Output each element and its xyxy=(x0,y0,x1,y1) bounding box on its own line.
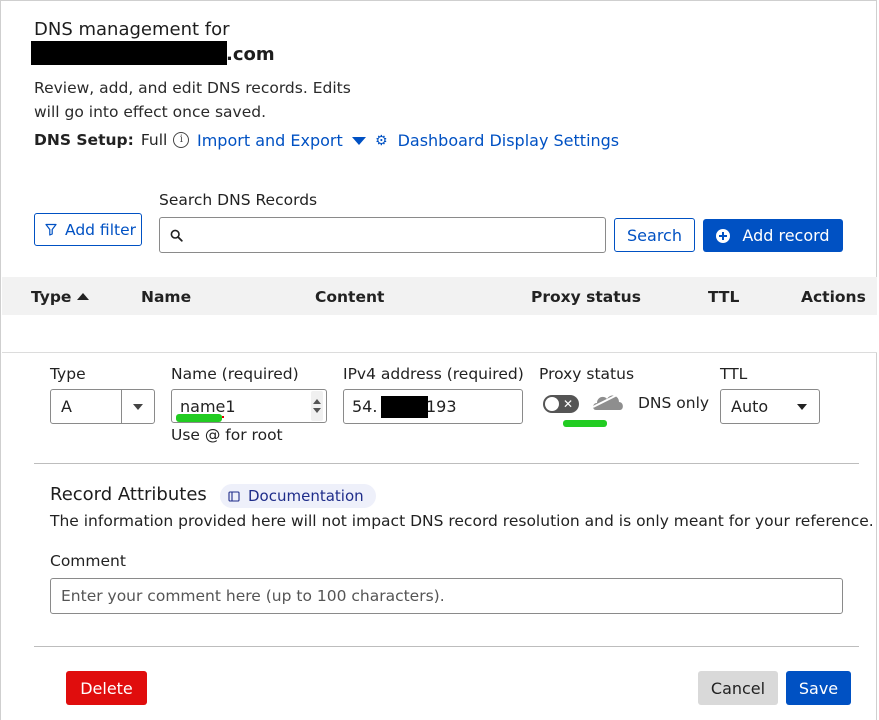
search-button[interactable]: Search xyxy=(614,218,695,252)
records-table-header: Type Name Content Proxy status TTL Actio… xyxy=(2,277,877,315)
page-description: Review, add, and edit DNS records. Edits… xyxy=(34,79,351,121)
column-ttl[interactable]: TTL xyxy=(708,288,739,306)
filter-icon xyxy=(45,223,57,236)
annotation-highlight xyxy=(563,420,607,427)
section-divider xyxy=(34,646,859,647)
import-export-dropdown[interactable]: Import and Export xyxy=(197,131,366,150)
ttl-label: TTL xyxy=(720,365,748,383)
dns-setup: DNS Setup: Full i xyxy=(34,131,190,149)
page-title: DNS management for xyxy=(34,19,230,40)
ipv4-field[interactable]: 54. 193 xyxy=(343,389,523,424)
save-button[interactable]: Save xyxy=(786,671,851,705)
documentation-link[interactable]: Documentation xyxy=(220,484,376,508)
column-type[interactable]: Type xyxy=(31,288,90,306)
column-name[interactable]: Name xyxy=(141,288,191,306)
proxy-status-label: Proxy status xyxy=(539,365,635,383)
delete-button[interactable]: Delete xyxy=(66,671,147,705)
info-icon[interactable]: i xyxy=(173,132,190,148)
annotation-highlight xyxy=(176,414,222,422)
column-type-label: Type xyxy=(31,288,72,306)
table-row xyxy=(2,315,877,353)
toggle-knob xyxy=(545,397,559,411)
add-filter-label: Add filter xyxy=(65,220,136,239)
frame-border-left xyxy=(0,0,1,720)
name-label: Name (required) xyxy=(171,365,299,383)
domain-suffix: .com xyxy=(226,44,275,65)
name-value: name1 xyxy=(172,397,311,418)
dns-setup-value: Full xyxy=(140,131,168,149)
ttl-select[interactable]: Auto xyxy=(720,389,820,424)
comment-label: Comment xyxy=(50,552,126,570)
column-actions: Actions xyxy=(801,288,866,306)
search-label: Search DNS Records xyxy=(159,191,318,209)
redacted-ip-segment xyxy=(381,396,428,418)
proxy-state-text: DNS only xyxy=(638,394,710,412)
type-select[interactable]: A xyxy=(50,389,155,424)
sort-ascending-icon xyxy=(77,293,90,300)
add-filter-button[interactable]: Add filter xyxy=(34,213,142,246)
cloud-icon xyxy=(592,392,623,410)
frame-border-right xyxy=(876,0,877,720)
column-proxy-status[interactable]: Proxy status xyxy=(531,288,641,306)
search-icon xyxy=(170,229,183,242)
comment-field[interactable] xyxy=(50,578,843,614)
decrement-icon[interactable] xyxy=(313,408,321,413)
chevron-down-icon xyxy=(133,403,143,410)
search-input-box[interactable] xyxy=(159,217,606,253)
plus-circle-icon xyxy=(716,228,731,243)
dns-management-page: DNS management for .com Review, add, and… xyxy=(0,0,879,720)
column-content[interactable]: Content xyxy=(315,288,384,306)
name-hint: Use @ for root xyxy=(171,426,283,444)
ipv4-suffix: 193 xyxy=(426,397,457,416)
ipv4-prefix: 54. xyxy=(352,397,378,416)
import-export-label: Import and Export xyxy=(197,131,343,150)
section-divider xyxy=(34,463,859,464)
record-attributes-description: The information provided here will not i… xyxy=(50,512,874,530)
book-icon xyxy=(228,490,240,502)
close-icon: ✕ xyxy=(563,397,574,411)
ipv4-label: IPv4 address (required) xyxy=(343,365,524,383)
comment-input[interactable] xyxy=(59,586,842,606)
add-record-label: Add record xyxy=(742,226,830,245)
type-dropdown-toggle[interactable] xyxy=(121,390,154,423)
name-spinner[interactable] xyxy=(311,391,323,421)
cancel-button[interactable]: Cancel xyxy=(698,671,778,705)
dashboard-display-settings-link[interactable]: ⚙ Dashboard Display Settings xyxy=(375,131,619,150)
dashboard-settings-label: Dashboard Display Settings xyxy=(397,131,620,150)
chevron-down-icon xyxy=(351,136,366,145)
proxy-toggle[interactable]: ✕ xyxy=(543,395,579,413)
record-attributes-title: Record Attributes xyxy=(50,484,207,505)
increment-icon[interactable] xyxy=(313,399,321,404)
ttl-value: Auto xyxy=(731,397,769,416)
type-value: A xyxy=(61,397,72,416)
redacted-domain xyxy=(31,41,227,65)
gear-icon: ⚙ xyxy=(375,132,388,149)
type-label: Type xyxy=(50,365,86,383)
documentation-label: Documentation xyxy=(248,487,364,505)
search-input[interactable] xyxy=(189,219,605,251)
add-record-button[interactable]: Add record xyxy=(703,219,843,252)
chevron-down-icon xyxy=(797,403,807,410)
dns-setup-label: DNS Setup: xyxy=(34,131,134,149)
frame-border-top xyxy=(0,0,877,1)
